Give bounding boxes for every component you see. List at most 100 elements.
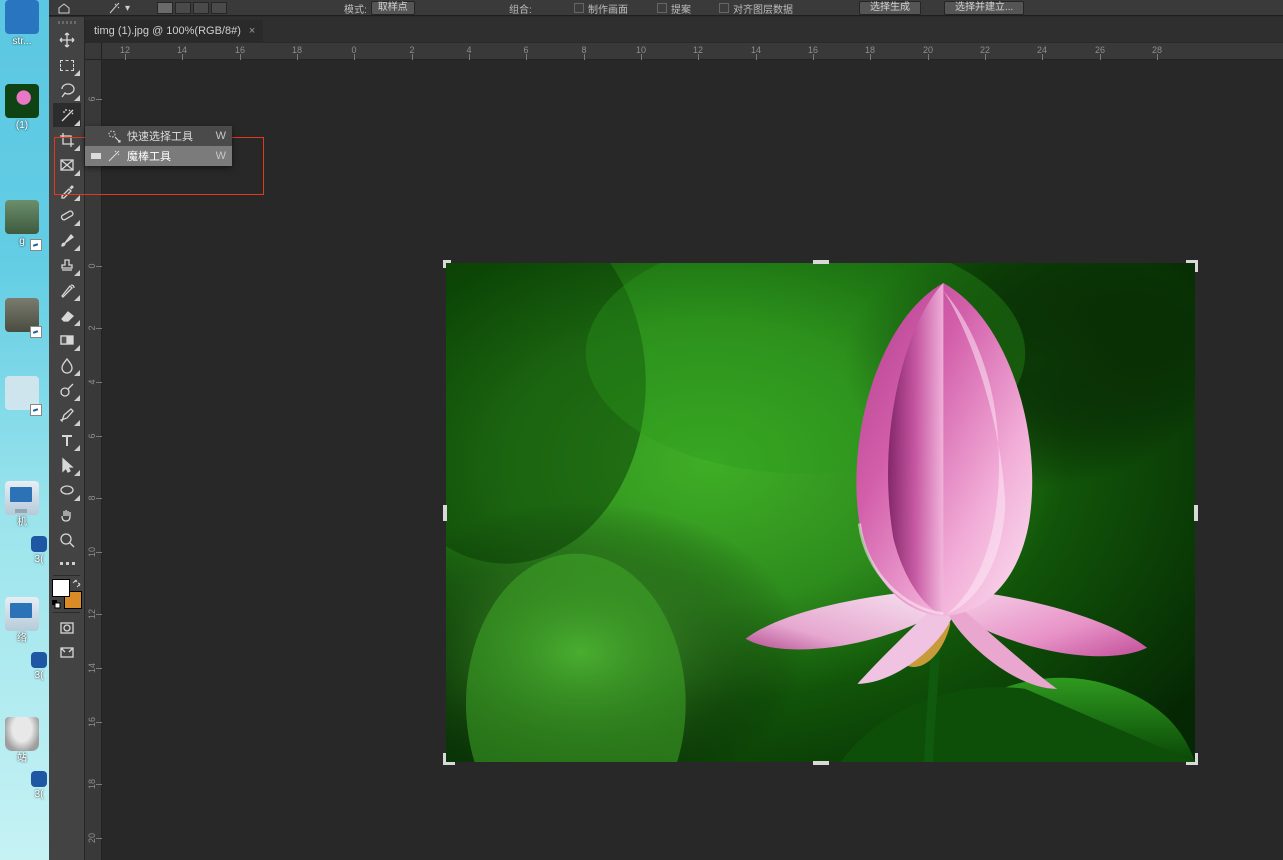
desktop-item[interactable] xyxy=(0,376,44,412)
zoom-icon xyxy=(59,532,76,549)
desktop-item[interactable] xyxy=(0,298,44,334)
checkbox-icon xyxy=(574,3,584,13)
sel-add-icon[interactable] xyxy=(175,2,191,14)
shortcut-icon xyxy=(30,239,42,251)
opt-btn1[interactable]: 选择生成 xyxy=(859,0,921,16)
transform-handle-t[interactable] xyxy=(813,260,829,264)
tool-path-select[interactable] xyxy=(53,453,81,477)
selection-indicator xyxy=(91,153,101,159)
transform-handle-r[interactable] xyxy=(1194,505,1198,521)
flyout-shortcut: W xyxy=(216,130,226,142)
desktop-item[interactable]: 站 xyxy=(0,717,44,764)
eraser-icon xyxy=(59,307,76,324)
hand-icon xyxy=(59,507,76,524)
color-swatches[interactable] xyxy=(52,579,82,609)
tool-history-brush[interactable] xyxy=(53,278,81,302)
checkbox-icon xyxy=(719,3,729,13)
opt-mode-label: 模式: xyxy=(344,1,367,16)
tool-zoom[interactable] xyxy=(53,528,81,552)
swap-colors-icon[interactable] xyxy=(72,579,81,588)
marquee-icon xyxy=(60,60,74,71)
shortcut-icon xyxy=(30,404,42,416)
default-colors-icon[interactable] xyxy=(52,600,61,609)
canvas[interactable] xyxy=(102,60,1283,860)
transform-handle-tr[interactable] xyxy=(1186,260,1198,272)
arrow-icon xyxy=(59,457,76,474)
ruler-horizontal[interactable]: 121416180246810121416182022242628 xyxy=(85,43,1283,60)
tool-crop[interactable] xyxy=(53,128,81,152)
image-lotus[interactable] xyxy=(446,263,1195,762)
flyout-item-quick-select[interactable]: 快速选择工具 W xyxy=(85,126,232,146)
flyout-item-magic-wand[interactable]: 魔棒工具 W xyxy=(85,146,232,166)
opt-chk3[interactable]: 对齐图层数据 xyxy=(719,0,793,16)
tool-palette xyxy=(49,17,85,860)
opt-chk1[interactable]: 制作画面 xyxy=(574,0,628,16)
transform-handle-bl[interactable] xyxy=(443,753,455,765)
bandage-icon xyxy=(59,207,76,224)
desktop-item-small[interactable]: 3( xyxy=(30,652,48,681)
transform-handle-tl[interactable] xyxy=(443,260,455,272)
document-tab-title: timg (1).jpg @ 100%(RGB/8#) xyxy=(94,25,241,37)
tool-blur[interactable] xyxy=(53,353,81,377)
tool-move[interactable] xyxy=(53,28,81,52)
tool-more[interactable] xyxy=(53,554,81,572)
transform-handle-b[interactable] xyxy=(813,761,829,765)
tool-quickmask[interactable] xyxy=(53,616,81,640)
desktop-item[interactable]: 络 xyxy=(0,597,44,644)
palette-grip[interactable] xyxy=(49,17,84,27)
ellipse-icon xyxy=(59,482,76,499)
sel-sub-icon[interactable] xyxy=(193,2,209,14)
desktop-item[interactable]: g xyxy=(0,200,44,247)
history-brush-icon xyxy=(59,282,76,299)
tool-screenmode[interactable] xyxy=(53,641,81,665)
eyedropper-icon xyxy=(59,182,76,199)
desktop-item[interactable]: str... xyxy=(0,0,44,47)
lasso-icon xyxy=(59,82,76,99)
tool-lasso[interactable] xyxy=(53,78,81,102)
wand-icon xyxy=(59,107,76,124)
document-tab[interactable]: timg (1).jpg @ 100%(RGB/8#) × xyxy=(84,20,263,42)
tool-shape[interactable] xyxy=(53,478,81,502)
pen-icon xyxy=(59,407,76,424)
tool-stamp[interactable] xyxy=(53,253,81,277)
image-transform-box[interactable] xyxy=(443,260,1198,765)
wand-icon xyxy=(107,149,121,163)
sel-new-icon[interactable] xyxy=(157,2,173,14)
desktop-item-small[interactable]: 3( xyxy=(30,536,48,565)
ruler-origin[interactable] xyxy=(85,43,102,60)
tab-row: timg (1).jpg @ 100%(RGB/8#) × xyxy=(49,17,1283,42)
foreground-color[interactable] xyxy=(52,579,70,597)
tool-marquee[interactable] xyxy=(53,53,81,77)
checkbox-icon xyxy=(657,3,667,13)
transform-handle-br[interactable] xyxy=(1186,753,1198,765)
opt-tool-preview[interactable]: ▾ xyxy=(107,0,130,16)
desktop-item[interactable]: (1) xyxy=(0,84,44,131)
tool-pen[interactable] xyxy=(53,403,81,427)
screenmode-icon xyxy=(59,645,76,662)
flyout-shortcut: W xyxy=(216,150,226,162)
sel-int-icon[interactable] xyxy=(211,2,227,14)
type-icon xyxy=(59,432,76,449)
ruler-vertical[interactable]: 6802468101214161820 xyxy=(85,60,102,860)
opt-sample-label: 组合: xyxy=(509,0,532,16)
tool-type[interactable] xyxy=(53,428,81,452)
desktop-item[interactable]: 机 xyxy=(0,481,44,528)
tool-brush[interactable] xyxy=(53,228,81,252)
tool-eraser[interactable] xyxy=(53,303,81,327)
close-icon[interactable]: × xyxy=(249,25,255,37)
crop-icon xyxy=(59,132,76,149)
opt-selection-modes[interactable] xyxy=(157,0,227,16)
tool-gradient[interactable] xyxy=(53,328,81,352)
tool-hand[interactable] xyxy=(53,503,81,527)
opt-chk2[interactable]: 提案 xyxy=(657,0,691,16)
tool-eyedropper[interactable] xyxy=(53,178,81,202)
tool-dodge[interactable] xyxy=(53,378,81,402)
tool-wand[interactable] xyxy=(53,103,81,127)
transform-handle-l[interactable] xyxy=(443,505,447,521)
opt-mode-value[interactable]: 取样点 xyxy=(371,1,415,15)
opt-home[interactable] xyxy=(57,0,71,16)
tool-frame[interactable] xyxy=(53,153,81,177)
desktop-item-small[interactable]: 3( xyxy=(30,771,48,800)
tool-spot-heal[interactable] xyxy=(53,203,81,227)
opt-btn2[interactable]: 选择并建立... xyxy=(944,0,1024,16)
